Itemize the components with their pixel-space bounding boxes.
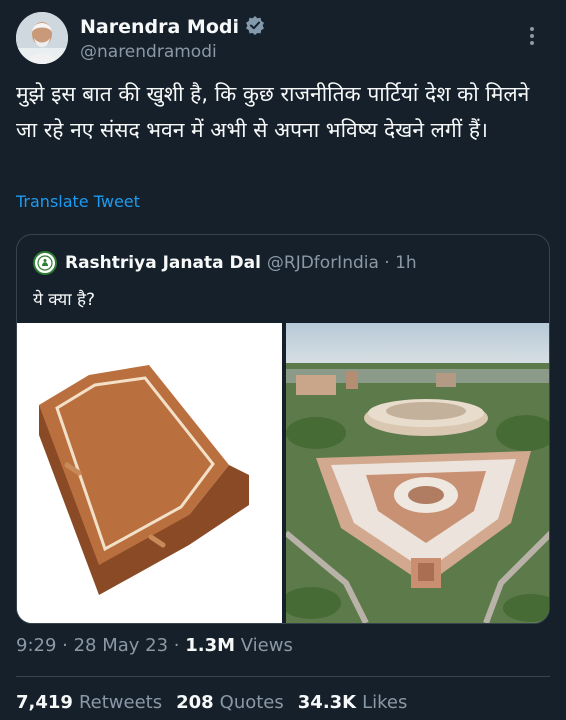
author-handle[interactable]: @narendramodi [80,42,265,62]
retweets-label: Retweets [78,692,163,713]
more-options-icon[interactable] [520,16,544,56]
quoted-tweet-card[interactable]: Rashtriya Janata Dal @RJDforIndia · 1h य… [16,234,550,624]
quoted-author-meta: @RJDforIndia · 1h [266,253,417,273]
verified-badge-icon [245,15,265,39]
tweet-header: Narendra Modi @narendramodi [16,10,550,66]
quoted-tweet-text: ये क्या है? [33,290,96,310]
rjd-logo-icon [33,251,57,275]
likes-label: Likes [362,692,408,713]
views-count: 1.3M [185,635,236,656]
likes-stat[interactable]: 34.3K Likes [298,692,408,713]
retweets-stat[interactable]: 7,419 Retweets [16,692,162,713]
quotes-label: Quotes [219,692,284,713]
tweet-timestamp-row: 9:29 · 28 May 23 · 1.3M Views [16,635,293,656]
likes-count: 34.3K [297,692,357,713]
quoted-author-name[interactable]: Rashtriya Janata Dal [65,253,261,273]
views-label: Views [235,635,293,656]
divider [16,676,550,677]
retweets-count: 7,419 [16,692,73,713]
translate-tweet-link[interactable]: Translate Tweet [16,192,140,211]
quotes-count: 208 [176,692,214,713]
quoted-tweet-header: Rashtriya Janata Dal @RJDforIndia · 1h [33,249,417,277]
tweet-stats-row: 7,419 Retweets 208 Quotes 34.3K Likes [16,692,407,713]
parliament-building-image[interactable] [286,323,549,623]
tweet-time[interactable]: 9:29 · 28 May 23 · [16,635,185,656]
coffin-image[interactable] [17,323,282,623]
author-name[interactable]: Narendra Modi [80,16,239,38]
quotes-stat[interactable]: 208 Quotes [176,692,284,713]
tweet-text: मुझे इस बात की खुशी है, कि कुछ राजनीतिक … [16,82,530,142]
author-avatar[interactable] [16,12,68,64]
